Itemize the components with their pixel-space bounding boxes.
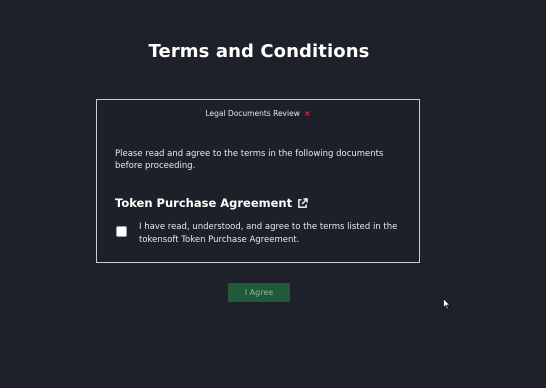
- legal-documents-modal: Legal Documents Review × Please read and …: [96, 99, 420, 263]
- close-icon[interactable]: ×: [304, 109, 311, 118]
- modal-intro-text: Please read and agree to the terms in th…: [115, 149, 384, 171]
- page-title: Terms and Conditions: [148, 41, 370, 62]
- agree-button[interactable]: I Agree: [228, 283, 290, 302]
- modal-header: Legal Documents Review ×: [97, 109, 419, 118]
- document-title-row: Token Purchase Agreement: [115, 196, 308, 210]
- modal-header-label: Legal Documents Review: [205, 109, 300, 118]
- agreement-text: I have read, understood, and agree to th…: [139, 222, 398, 245]
- external-link-icon[interactable]: [297, 197, 308, 209]
- mouse-cursor-icon: [443, 295, 451, 310]
- document-title-link[interactable]: Token Purchase Agreement: [115, 196, 292, 210]
- agree-checkbox[interactable]: [116, 226, 127, 237]
